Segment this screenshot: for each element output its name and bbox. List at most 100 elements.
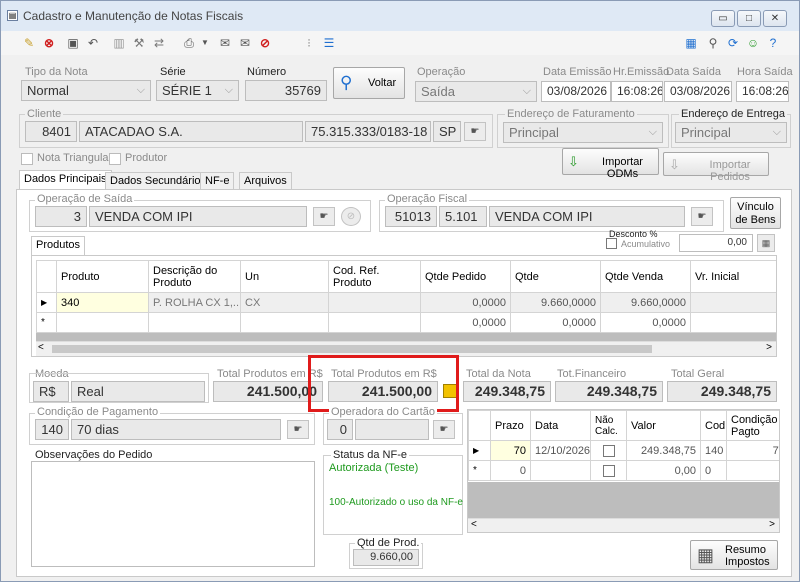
email-icon[interactable]: ✉ xyxy=(237,35,253,51)
nao-calc-checkbox[interactable] xyxy=(602,444,615,457)
help-icon[interactable]: ? xyxy=(765,35,781,51)
scroll-right-icon[interactable]: > xyxy=(766,342,772,353)
triangular-checkbox[interactable] xyxy=(21,153,33,165)
nao-calc-checkbox[interactable] xyxy=(602,464,615,477)
copy-icon[interactable]: ▥ xyxy=(111,35,127,51)
qtde-cell[interactable]: 9.660,0000 xyxy=(510,292,601,313)
voltar-button[interactable]: ⚲ Voltar xyxy=(333,67,405,99)
importar-odms-button[interactable]: ⇩ Importar ODMs xyxy=(562,148,659,180)
col-qtde-pedido[interactable]: Qtde Pedido xyxy=(420,260,511,293)
vinculo-bens-button[interactable]: Vínculo de Bens xyxy=(730,197,781,229)
hr-emissao-field[interactable]: 16:08:26 xyxy=(611,81,663,102)
cancel-icon[interactable]: ⊗ xyxy=(41,35,57,51)
data-emissao-field[interactable]: 03/08/2026 xyxy=(541,81,611,102)
op-saida-clear-icon[interactable]: ⊘ xyxy=(341,207,361,226)
prazo-cell[interactable]: 70 xyxy=(490,440,531,461)
qtde-venda-cell[interactable]: 9.660,0000 xyxy=(600,292,691,313)
col-data[interactable]: Data xyxy=(530,410,591,441)
prazo-cell[interactable]: 0 xyxy=(490,460,531,481)
maximize-button[interactable]: □ xyxy=(737,10,761,27)
end-fat-select[interactable]: Principal xyxy=(503,122,663,143)
table-row[interactable]: * 0 0,00 0 xyxy=(468,460,779,481)
col-produto[interactable]: Produto xyxy=(56,260,149,293)
email-print-icon[interactable]: ✉ xyxy=(217,35,233,51)
serie-select[interactable]: SÉRIE 1 xyxy=(156,80,239,101)
end-ent-select[interactable]: Principal xyxy=(675,122,787,143)
qtde-cell[interactable]: 0,0000 xyxy=(510,312,601,333)
col-codref[interactable]: Cod. Ref. Produto xyxy=(328,260,421,293)
produtor-checkbox[interactable] xyxy=(109,153,121,165)
table-row[interactable]: ▶ 70 12/10/2026 249.348,75 140 70 d xyxy=(468,440,779,461)
col-vr-inicial[interactable]: Vr. Inicial xyxy=(690,260,776,293)
op-saida-lookup-icon[interactable]: ☛ xyxy=(313,207,335,226)
cliente-name-field[interactable]: ATACADAO S.A. xyxy=(79,121,303,142)
pagamento-code-field[interactable]: 140 xyxy=(35,419,69,440)
col-valor[interactable]: Valor xyxy=(626,410,701,441)
undo-icon[interactable]: ↶ xyxy=(85,35,101,51)
desconto-calc-icon[interactable]: ▦ xyxy=(757,234,775,252)
menu-list-icon[interactable]: ☰ xyxy=(321,35,337,51)
print-dropdown-icon[interactable]: ▼ xyxy=(197,35,213,51)
resumo-impostos-button[interactable]: ▦ Resumo Impostos xyxy=(690,540,778,570)
scroll-right-icon[interactable]: > xyxy=(769,519,775,530)
cliente-lookup-icon[interactable]: ☛ xyxy=(464,122,486,141)
numero-field[interactable]: 35769 xyxy=(245,80,327,101)
table-row[interactable]: * 0,0000 0,0000 0,0000 xyxy=(36,312,776,333)
data-cell[interactable] xyxy=(530,460,591,481)
data-cell[interactable]: 12/10/2026 xyxy=(530,440,591,461)
col-cod[interactable]: Cod. xyxy=(700,410,727,441)
col-un[interactable]: Un xyxy=(240,260,329,293)
parcelas-h-scrollbar[interactable]: < > xyxy=(468,518,779,532)
op-saida-code-field[interactable]: 3 xyxy=(35,206,87,227)
hora-saida-field[interactable]: 16:08:26 xyxy=(736,81,789,102)
col-nao-calc[interactable]: Não Calc. xyxy=(590,410,627,441)
calculator-icon[interactable]: ▦ xyxy=(683,35,699,51)
block-icon[interactable]: ⊘ xyxy=(257,35,273,51)
op-cartao-lookup-icon[interactable]: ☛ xyxy=(433,420,455,439)
save-icon[interactable]: ▣ xyxy=(65,35,81,51)
valor-cell[interactable]: 249.348,75 xyxy=(626,440,701,461)
col-qtde-venda[interactable]: Qtde Venda xyxy=(600,260,691,293)
tab-arquivos[interactable]: Arquivos xyxy=(239,172,292,189)
scroll-left-icon[interactable]: < xyxy=(38,342,44,353)
print-icon[interactable]: ⎙ xyxy=(181,35,197,51)
tab-nfe[interactable]: NF-e xyxy=(200,172,235,189)
edit-icon[interactable]: ✎ xyxy=(21,35,37,51)
list-icon[interactable]: ⁝ xyxy=(301,35,317,51)
valor-cell[interactable]: 0,00 xyxy=(626,460,701,481)
data-saida-field[interactable]: 03/08/2026 xyxy=(664,81,732,102)
tipo-nota-select[interactable]: Normal xyxy=(21,80,151,101)
pagamento-lookup-icon[interactable]: ☛ xyxy=(287,420,309,439)
scroll-thumb[interactable] xyxy=(52,345,652,353)
col-descricao[interactable]: Descrição do Produto xyxy=(148,260,241,293)
search-icon[interactable]: ⚲ xyxy=(705,35,721,51)
tools-icon[interactable]: ⚒ xyxy=(131,35,147,51)
scroll-left-icon[interactable]: < xyxy=(471,519,477,530)
produto-cell[interactable]: 340 xyxy=(56,292,149,313)
refresh-icon[interactable]: ⟳ xyxy=(725,35,741,51)
table-row[interactable]: ▶ 340 P. ROLHA CX 1,... CX 0,0000 9.660,… xyxy=(36,292,776,313)
nao-calc-cell[interactable] xyxy=(590,440,627,461)
vr-inicial-cell[interactable] xyxy=(690,312,776,333)
produtos-tab[interactable]: Produtos xyxy=(31,236,86,256)
op-fiscal-code-field[interactable]: 51013 xyxy=(385,206,437,227)
user-icon[interactable]: ☺ xyxy=(745,35,761,51)
col-condicao[interactable]: Condição de Pagto xyxy=(726,410,779,441)
col-prazo[interactable]: Prazo xyxy=(490,410,531,441)
vr-inicial-cell[interactable] xyxy=(690,292,776,313)
acumulativo-checkbox[interactable] xyxy=(606,238,617,249)
produto-cell[interactable] xyxy=(56,312,149,333)
desconto-field[interactable]: 0,00 xyxy=(679,234,753,252)
observacoes-textarea[interactable] xyxy=(31,461,315,567)
tab-dados-principais[interactable]: Dados Principais xyxy=(19,170,112,190)
tab-dados-secundarios[interactable]: Dados Secundários xyxy=(105,172,212,189)
nao-calc-cell[interactable] xyxy=(590,460,627,481)
transfer-icon[interactable]: ⇄ xyxy=(151,35,167,51)
op-fiscal-lookup-icon[interactable]: ☛ xyxy=(691,207,713,226)
qtde-venda-cell[interactable]: 0,0000 xyxy=(600,312,691,333)
close-button[interactable]: ✕ xyxy=(763,10,787,27)
col-qtde[interactable]: Qtde xyxy=(510,260,601,293)
produtos-h-scrollbar[interactable]: < > xyxy=(36,341,776,356)
minimize-button[interactable]: ▭ xyxy=(711,10,735,27)
cliente-code-field[interactable]: 8401 xyxy=(25,121,77,142)
